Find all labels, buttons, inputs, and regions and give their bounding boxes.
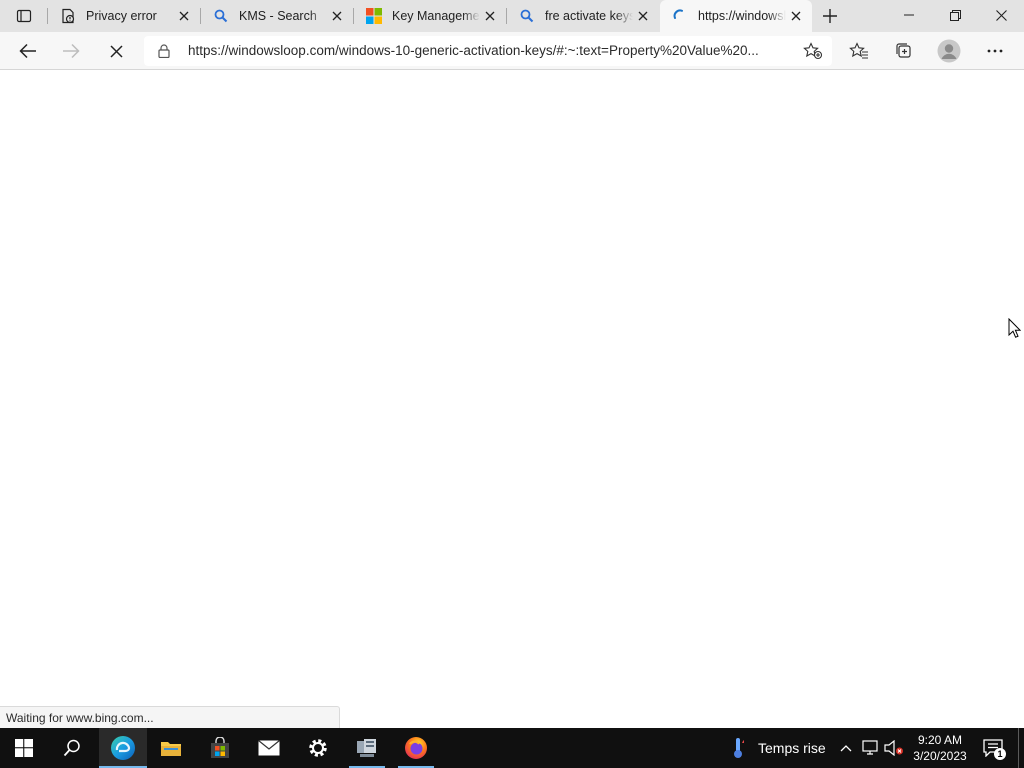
tab-actions-icon: [16, 9, 32, 23]
restore-button[interactable]: [932, 0, 978, 30]
close-tab-icon[interactable]: [174, 6, 194, 26]
warning-page-icon: [60, 8, 76, 24]
mail-icon: [258, 740, 280, 756]
notification-count-badge: 1: [994, 748, 1006, 760]
close-tab-icon[interactable]: [480, 6, 500, 26]
collections-icon: [896, 43, 911, 58]
favorites-icon: [849, 42, 868, 59]
close-tab-icon[interactable]: [327, 6, 347, 26]
status-bar: Waiting for www.bing.com...: [0, 706, 340, 728]
new-tab-button[interactable]: [818, 4, 842, 28]
start-button[interactable]: [0, 728, 48, 768]
search-icon: [519, 8, 535, 24]
loading-spinner-icon: [672, 8, 688, 24]
close-tab-icon[interactable]: [633, 6, 653, 26]
firefox-icon: [405, 737, 427, 759]
action-center-button[interactable]: 1: [980, 736, 1006, 760]
chevron-up-icon: [840, 745, 852, 752]
close-icon: [995, 9, 1007, 21]
tab-privacy-error[interactable]: Privacy error: [48, 0, 200, 32]
taskbar-firefox[interactable]: [392, 728, 440, 768]
network-icon: [862, 740, 878, 755]
tab-actions-button[interactable]: [8, 4, 40, 28]
search-icon: [63, 739, 80, 757]
windows-logo-icon: [15, 739, 33, 757]
close-tab-icon[interactable]: [786, 6, 806, 26]
lock-icon[interactable]: [156, 43, 172, 59]
favorites-button[interactable]: [843, 35, 875, 67]
edge-icon: [111, 736, 135, 760]
tab-title: fre activate keys: [545, 9, 633, 23]
taskbar-edge[interactable]: [99, 728, 147, 768]
screen: Privacy error KMS - Search Key Managemen…: [0, 0, 1024, 768]
taskbar-network-app[interactable]: [343, 728, 391, 768]
address-bar[interactable]: https://windowsloop.com/windows-10-gener…: [144, 36, 832, 66]
clock-date: 3/20/2023: [913, 749, 967, 763]
volume-muted-icon: [884, 740, 903, 756]
taskbar-settings[interactable]: [294, 728, 342, 768]
minimize-icon: [904, 14, 914, 16]
store-bag-icon: [211, 737, 229, 758]
settings-and-more-button[interactable]: [979, 35, 1011, 67]
microsoft-logo-icon: [366, 8, 382, 24]
folder-icon: [161, 742, 181, 756]
search-button[interactable]: [48, 728, 96, 768]
show-hidden-icons-button[interactable]: [836, 738, 856, 758]
taskbar-mail[interactable]: [245, 728, 293, 768]
tab-kms-search[interactable]: KMS - Search: [201, 0, 353, 32]
stop-icon: [109, 44, 123, 58]
tab-strip: Privacy error KMS - Search Key Managemen…: [0, 0, 1024, 32]
taskbar: Temps rise 9:20 AM 3/20/2023 1: [0, 728, 1024, 768]
forward-arrow-icon: [63, 43, 80, 59]
weather-text: Temps rise: [758, 740, 826, 756]
back-arrow-icon: [19, 43, 36, 59]
taskbar-clock[interactable]: 9:20 AM 3/20/2023: [908, 732, 972, 764]
more-options-icon: [987, 49, 1003, 53]
collections-button[interactable]: [888, 35, 920, 67]
gear-icon: [309, 739, 327, 757]
back-button[interactable]: [12, 35, 44, 67]
add-favorite-icon[interactable]: [802, 41, 824, 61]
show-desktop-button[interactable]: [1018, 728, 1024, 768]
avatar-icon: [937, 39, 961, 63]
taskbar-store[interactable]: [196, 728, 244, 768]
tab-title: Key Management: [392, 9, 480, 23]
forward-button[interactable]: [55, 35, 87, 67]
page-content: [0, 71, 1024, 728]
mouse-cursor-icon: [1008, 317, 1022, 344]
tab-key-management[interactable]: Key Management: [354, 0, 506, 32]
search-icon: [213, 8, 229, 24]
close-window-button[interactable]: [978, 0, 1024, 30]
profile-button[interactable]: [933, 35, 965, 67]
tab-windowsloop-active[interactable]: https://windowsloop.com: [660, 0, 812, 32]
tab-title: KMS - Search: [239, 9, 317, 23]
weather-widget[interactable]: Temps rise: [728, 728, 826, 768]
thermometer-icon: [728, 736, 748, 760]
tab-fre-activate-keys[interactable]: fre activate keys: [507, 0, 659, 32]
clock-time: 9:20 AM: [917, 733, 963, 747]
plus-icon: [823, 9, 837, 23]
volume-tray-icon[interactable]: [884, 738, 904, 758]
minimize-button[interactable]: [886, 0, 932, 30]
address-url[interactable]: https://windowsloop.com/windows-10-gener…: [188, 43, 788, 58]
tab-title: https://windowsloop.com: [698, 9, 786, 23]
taskbar-file-explorer[interactable]: [147, 728, 195, 768]
browser-toolbar: https://windowsloop.com/windows-10-gener…: [0, 32, 1024, 70]
tab-title: Privacy error: [86, 9, 157, 23]
restore-icon: [949, 9, 961, 21]
server-network-icon: [357, 739, 376, 757]
network-tray-icon[interactable]: [860, 738, 880, 758]
stop-loading-button[interactable]: [100, 35, 132, 67]
